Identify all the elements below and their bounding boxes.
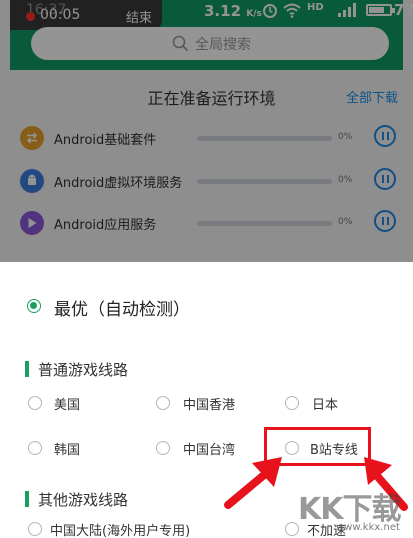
route-radio-mainland[interactable] — [28, 522, 42, 536]
section-marker — [25, 361, 29, 377]
route-radio-japan[interactable] — [285, 396, 299, 410]
arrow-left-icon — [224, 457, 282, 509]
route-label-japan[interactable]: 日本 — [312, 394, 338, 413]
dim-overlay[interactable] — [0, 0, 413, 262]
route-label-mainland[interactable]: 中国大陆(海外用户专用) — [50, 520, 190, 538]
route-radio-taiwan[interactable] — [156, 441, 170, 455]
watermark: KK下载 www.kkx.net — [298, 484, 413, 538]
best-route-label[interactable]: 最优（自动检测） — [54, 295, 190, 320]
route-label-hongkong[interactable]: 中国香港 — [183, 394, 235, 413]
best-route-radio[interactable] — [27, 299, 41, 313]
section-marker — [25, 491, 29, 507]
normal-routes-title: 普通游戏线路 — [38, 361, 129, 379]
route-radio-korea[interactable] — [28, 441, 42, 455]
route-label-us[interactable]: 美国 — [54, 394, 80, 413]
route-radio-no-accel[interactable] — [285, 522, 299, 536]
route-radio-hongkong[interactable] — [156, 396, 170, 410]
other-routes-title: 其他游戏线路 — [38, 491, 129, 509]
watermark-url: www.kkx.net — [336, 522, 400, 533]
route-label-korea[interactable]: 韩国 — [54, 439, 80, 458]
route-radio-us[interactable] — [28, 396, 42, 410]
